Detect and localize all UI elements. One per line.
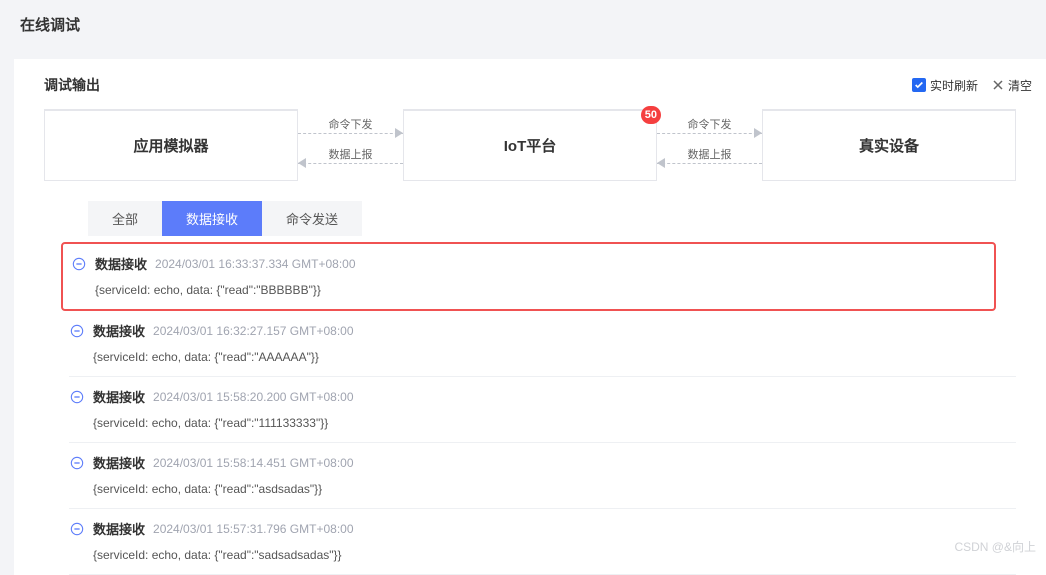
log-type: 数据接收 [95, 254, 147, 273]
log-head[interactable]: 数据接收 2024/03/01 15:58:14.451 GMT+08:00 [69, 453, 1016, 472]
log-time: 2024/03/01 16:32:27.157 GMT+08:00 [153, 324, 354, 338]
flow-node-device: 真实设备 [762, 109, 1016, 181]
log-item: 数据接收 2024/03/01 15:58:14.451 GMT+08:00 {se… [69, 443, 1016, 509]
log-head[interactable]: 数据接收 2024/03/01 15:58:20.200 GMT+08:00 [69, 387, 1016, 406]
log-type: 数据接收 [93, 453, 145, 472]
debug-output-panel: 调试输出 实时刷新 清空 应用模拟器 命令下发 数据上报 [14, 59, 1046, 575]
log-head[interactable]: 数据接收 2024/03/01 16:32:27.157 GMT+08:00 [69, 321, 1016, 340]
log-time: 2024/03/01 16:33:37.334 GMT+08:00 [155, 257, 356, 271]
collapse-icon[interactable] [69, 389, 85, 405]
page-title: 在线调试 [0, 0, 1046, 49]
data-up-label-2: 数据上报 [657, 146, 762, 162]
log-head[interactable]: 数据接收 2024/03/01 15:57:31.796 GMT+08:00 [69, 519, 1016, 538]
log-tabs: 全部 数据接收 命令发送 [14, 181, 1046, 236]
close-icon [992, 79, 1004, 91]
output-actions: 实时刷新 清空 [912, 77, 1032, 94]
flow-diagram: 应用模拟器 命令下发 数据上报 IoT平台 50 命令下发 数据上报 [14, 109, 1046, 181]
log-item: 数据接收 2024/03/01 16:33:37.334 GMT+08:00 {se… [61, 242, 996, 311]
log-list: 数据接收 2024/03/01 16:33:37.334 GMT+08:00 {se… [14, 236, 1046, 575]
collapse-icon[interactable] [69, 455, 85, 471]
clear-button[interactable]: 清空 [992, 77, 1032, 94]
collapse-icon[interactable] [69, 521, 85, 537]
output-title: 调试输出 [44, 75, 100, 95]
flow-node-platform: IoT平台 50 [403, 109, 657, 181]
cmd-down-label: 命令下发 [298, 116, 403, 132]
realtime-label: 实时刷新 [930, 77, 978, 94]
output-header: 调试输出 实时刷新 清空 [14, 75, 1046, 109]
tab-receive[interactable]: 数据接收 [162, 201, 262, 236]
log-time: 2024/03/01 15:58:14.451 GMT+08:00 [153, 456, 354, 470]
tab-all[interactable]: 全部 [88, 201, 162, 236]
flow-node-simulator: 应用模拟器 [44, 109, 298, 181]
collapse-icon[interactable] [71, 256, 87, 272]
log-item: 数据接收 2024/03/01 16:32:27.157 GMT+08:00 {se… [69, 311, 1016, 377]
tab-send[interactable]: 命令发送 [262, 201, 362, 236]
log-item: 数据接收 2024/03/01 15:57:31.796 GMT+08:00 {se… [69, 509, 1016, 575]
collapse-icon[interactable] [69, 323, 85, 339]
log-body: {serviceId: echo, data: {"read":"AAAAAA"… [69, 340, 1016, 364]
checkbox-icon [912, 78, 926, 92]
watermark: CSDN @&向上 [954, 538, 1036, 555]
log-item: 数据接收 2024/03/01 15:58:20.200 GMT+08:00 {se… [69, 377, 1016, 443]
flow-connector-right: 命令下发 数据上报 [657, 109, 762, 181]
flow-connector-left: 命令下发 数据上报 [298, 109, 403, 181]
log-head[interactable]: 数据接收 2024/03/01 16:33:37.334 GMT+08:00 [71, 254, 988, 273]
log-time: 2024/03/01 15:58:20.200 GMT+08:00 [153, 390, 354, 404]
platform-label: IoT平台 [504, 135, 557, 156]
log-type: 数据接收 [93, 321, 145, 340]
data-up-label: 数据上报 [298, 146, 403, 162]
log-type: 数据接收 [93, 519, 145, 538]
log-time: 2024/03/01 15:57:31.796 GMT+08:00 [153, 522, 354, 536]
cmd-down-label-2: 命令下发 [657, 116, 762, 132]
realtime-refresh-checkbox[interactable]: 实时刷新 [912, 77, 978, 94]
clear-label: 清空 [1008, 77, 1032, 94]
log-body: {serviceId: echo, data: {"read":"sadsads… [69, 538, 1016, 562]
log-body: {serviceId: echo, data: {"read":"asdsada… [69, 472, 1016, 496]
log-body: {serviceId: echo, data: {"read":"1111333… [69, 406, 1016, 430]
log-body: {serviceId: echo, data: {"read":"BBBBBB"… [71, 273, 988, 297]
log-type: 数据接收 [93, 387, 145, 406]
